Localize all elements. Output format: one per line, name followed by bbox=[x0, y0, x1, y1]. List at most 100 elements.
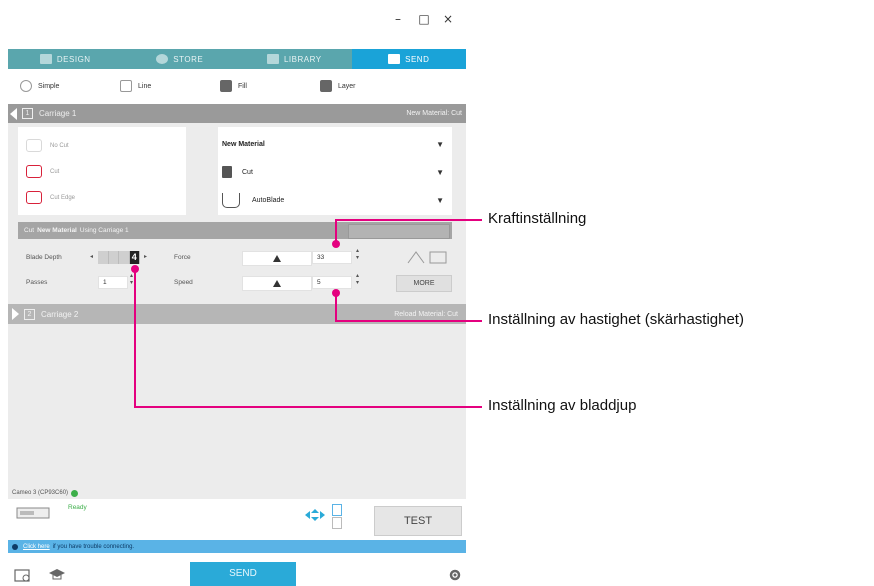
blade-depth-cell[interactable] bbox=[98, 251, 109, 264]
blade-depth-cell[interactable] bbox=[119, 251, 130, 264]
blade-depth-selector[interactable]: 4 bbox=[98, 251, 140, 264]
help-link[interactable]: Click here bbox=[23, 544, 50, 550]
connection-help-bar: Click here if you have trouble connectin… bbox=[8, 540, 466, 553]
mode-label: Fill bbox=[238, 82, 247, 90]
cut-summary-suffix: Using Carriage 1 bbox=[79, 227, 129, 234]
slider-thumb-icon[interactable] bbox=[273, 280, 281, 287]
radio-icon bbox=[20, 80, 32, 92]
action-select[interactable]: Cut ▼ bbox=[222, 165, 444, 179]
tool-label: Cut Edge bbox=[50, 194, 76, 201]
cut-edge-icon bbox=[26, 191, 42, 204]
blade-preview-icon bbox=[407, 251, 447, 264]
blade-depth-value[interactable]: 4 bbox=[129, 251, 140, 264]
settings-gear-icon[interactable] bbox=[448, 568, 462, 582]
passes-input[interactable]: 1 bbox=[98, 276, 128, 289]
dropdown-arrow-icon[interactable]: ▼ bbox=[436, 168, 444, 177]
tab-label: LIBRARY bbox=[283, 54, 322, 64]
slider-thumb-icon[interactable] bbox=[273, 255, 281, 262]
blade-depth-callout-label: Inställning av bladdjup bbox=[488, 397, 637, 414]
tab-label: STORE bbox=[173, 54, 204, 64]
tool-select[interactable]: AutoBlade ▼ bbox=[222, 192, 444, 208]
send-button[interactable]: SEND bbox=[190, 562, 296, 586]
move-arrows-icon[interactable] bbox=[304, 508, 326, 522]
line-mode-icon bbox=[120, 80, 132, 92]
cut-summary-bar: Cut New Material Using Carriage 1 bbox=[18, 222, 452, 239]
action-icon bbox=[222, 166, 232, 178]
speed-callout-line bbox=[335, 293, 337, 321]
main-tabs: DESIGN STORE LIBRARY SEND bbox=[8, 49, 466, 69]
cutter-machine-icon bbox=[16, 507, 50, 519]
silhouette-studio-window: – □ × DESIGN STORE LIBRARY SEND Simple L… bbox=[0, 0, 466, 586]
force-slider[interactable] bbox=[242, 251, 312, 266]
speed-callout-label: Inställning av hastighet (skärhastighet) bbox=[488, 311, 744, 328]
speed-slider[interactable] bbox=[242, 276, 312, 291]
tab-label: SEND bbox=[405, 54, 430, 64]
tool-cut[interactable]: Cut bbox=[26, 165, 59, 178]
material-panel: New Material ▼ Cut ▼ AutoBlade ▼ bbox=[218, 127, 452, 215]
test-button[interactable]: TEST bbox=[374, 506, 462, 536]
mode-line[interactable]: Line bbox=[120, 80, 208, 92]
library-icon bbox=[266, 54, 279, 64]
blade-depth-label: Blade Depth bbox=[26, 254, 62, 261]
blade-depth-cell[interactable] bbox=[108, 251, 119, 264]
cut-icon bbox=[26, 165, 42, 178]
mode-simple[interactable]: Simple bbox=[20, 80, 108, 92]
carriage-number: 2 bbox=[24, 308, 35, 320]
carriage-material-summary: New Material: Cut bbox=[406, 110, 462, 117]
blade-depth-decrease-icon[interactable]: ◂ bbox=[90, 253, 93, 260]
feed-up-icon[interactable] bbox=[332, 504, 342, 516]
material-select[interactable]: New Material ▼ bbox=[222, 137, 444, 151]
speed-label: Speed bbox=[174, 279, 193, 286]
carriage-label: Carriage 2 bbox=[41, 309, 79, 319]
tool-no-cut[interactable]: No Cut bbox=[26, 139, 69, 152]
tab-design[interactable]: DESIGN bbox=[8, 49, 123, 69]
no-cut-icon bbox=[26, 139, 42, 152]
force-input[interactable]: 33 bbox=[312, 251, 352, 264]
cut-style-list: No Cut Cut Cut Edge bbox=[18, 127, 186, 215]
autoblade-icon bbox=[222, 192, 240, 208]
force-callout-label: Kraftinställning bbox=[488, 210, 587, 227]
info-icon bbox=[12, 543, 18, 550]
force-callout-line bbox=[335, 219, 337, 244]
summary-field bbox=[348, 224, 450, 239]
carriage-1-header[interactable]: 1 Carriage 1 New Material: Cut bbox=[8, 104, 466, 123]
blade-depth-increase-icon[interactable]: ▸ bbox=[144, 253, 147, 260]
speed-input[interactable]: 5 bbox=[312, 276, 352, 289]
tool-name: AutoBlade bbox=[252, 196, 285, 204]
speed-stepper-icon[interactable]: ▴ ▾ bbox=[356, 273, 359, 287]
library-footer-icon[interactable] bbox=[14, 567, 32, 583]
fill-mode-icon bbox=[220, 80, 232, 92]
send-icon bbox=[388, 54, 401, 64]
feed-down-icon[interactable] bbox=[332, 517, 342, 529]
status-ready: Ready bbox=[68, 504, 87, 511]
expand-arrow-icon[interactable] bbox=[12, 308, 19, 320]
collapse-arrow-icon[interactable] bbox=[10, 107, 17, 120]
layer-mode-icon bbox=[320, 80, 332, 92]
close-button[interactable]: × bbox=[438, 10, 458, 28]
tool-label: Cut bbox=[50, 168, 60, 175]
cut-summary-material: New Material bbox=[37, 227, 77, 234]
mode-layer[interactable]: Layer bbox=[320, 80, 408, 92]
minimize-button[interactable]: – bbox=[388, 10, 408, 28]
force-callout-line bbox=[335, 219, 482, 221]
force-stepper-icon[interactable]: ▴ ▾ bbox=[356, 248, 359, 262]
action-label: Cut bbox=[242, 168, 253, 176]
tab-send[interactable]: SEND bbox=[351, 49, 466, 69]
tab-library[interactable]: LIBRARY bbox=[237, 49, 352, 69]
dropdown-arrow-icon[interactable]: ▼ bbox=[436, 140, 444, 149]
maximize-button[interactable]: □ bbox=[414, 10, 434, 28]
tutorial-cap-icon[interactable] bbox=[48, 567, 66, 583]
tool-cut-edge[interactable]: Cut Edge bbox=[26, 191, 75, 204]
blade-depth-callout-line bbox=[134, 406, 482, 408]
dropdown-arrow-icon[interactable]: ▼ bbox=[436, 196, 444, 205]
more-button[interactable]: MORE bbox=[396, 275, 452, 292]
mode-fill[interactable]: Fill bbox=[220, 80, 308, 92]
carriage-label: Carriage 1 bbox=[39, 109, 77, 118]
carriage-material-summary: Reload Material: Cut bbox=[394, 310, 458, 318]
store-icon bbox=[156, 54, 169, 64]
device-name[interactable]: Cameo 3 (CP93C60) bbox=[12, 490, 68, 496]
passes-stepper-icon[interactable]: ▴ ▾ bbox=[130, 273, 133, 287]
tab-store[interactable]: STORE bbox=[123, 49, 238, 69]
carriage-number: 1 bbox=[22, 108, 33, 119]
connected-check-icon bbox=[71, 489, 79, 497]
